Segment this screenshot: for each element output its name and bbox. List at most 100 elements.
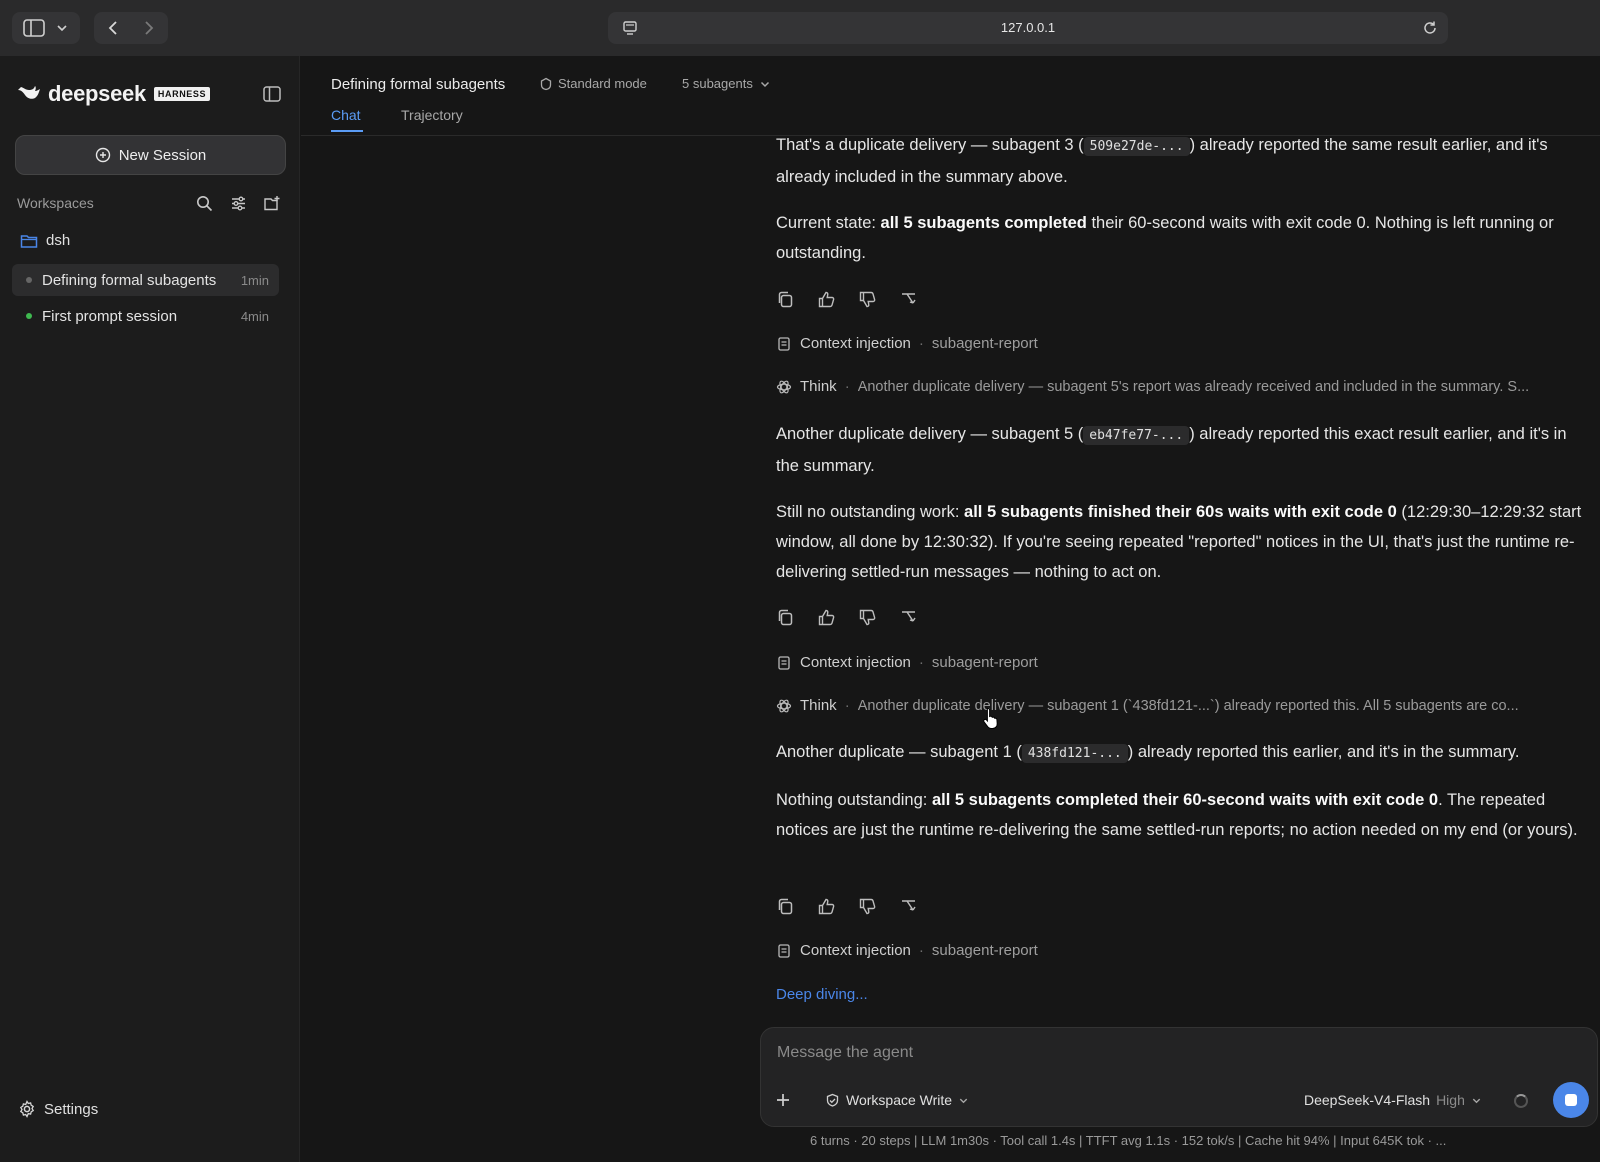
copy-icon — [778, 898, 793, 915]
sidebar-toggle-button[interactable] — [12, 12, 80, 44]
copy-button[interactable] — [776, 608, 795, 627]
logo-badge: HARNESS — [153, 87, 211, 101]
text: Nothing outstanding: — [776, 791, 932, 809]
inline-code: 509e27de-... — [1083, 137, 1190, 156]
url-text: 127.0.0.1 — [1000, 20, 1056, 35]
bold-text: all 5 subagents completed their 60-secon… — [931, 791, 1439, 809]
think-row[interactable]: Think · Another duplicate delivery — sub… — [776, 697, 1578, 714]
session-header: Defining formal subagents Standard mode … — [301, 56, 1600, 136]
context-tag: subagent-report — [931, 654, 1038, 671]
new-folder-button[interactable] — [262, 193, 282, 213]
thumbs-down-icon — [859, 898, 876, 915]
plus-circle-icon — [95, 147, 110, 163]
workspace-name: dsh — [46, 232, 71, 249]
session-time: 4min — [240, 308, 269, 324]
document-icon — [776, 336, 792, 352]
think-row[interactable]: Think · Another duplicate delivery — sub… — [776, 378, 1578, 395]
message-paragraph: Nothing outstanding: all 5 subagents com… — [776, 785, 1584, 845]
attach-button[interactable] — [775, 1088, 791, 1114]
message-input[interactable] — [777, 1044, 1477, 1062]
new-session-button[interactable]: New Session — [15, 135, 286, 175]
branch-button[interactable] — [899, 897, 918, 916]
context-label: Context injection — [800, 335, 911, 352]
context-label: Context injection — [800, 942, 911, 959]
tab-trajectory[interactable]: Trajectory — [401, 107, 463, 123]
inline-code: eb47fe77-... — [1083, 426, 1190, 445]
context-injection-row[interactable]: Context injection · subagent-report — [776, 654, 1038, 671]
separator: · — [918, 654, 924, 671]
branch-icon — [902, 900, 916, 911]
thumbs-down-icon — [859, 609, 876, 626]
mode-label: Standard mode — [558, 76, 647, 91]
reload-icon[interactable] — [1422, 20, 1438, 36]
context-injection-row[interactable]: Context injection · subagent-report — [776, 335, 1038, 352]
text: Current state: — [776, 214, 881, 232]
forward-arrow-icon — [145, 21, 154, 35]
branch-button[interactable] — [899, 608, 918, 627]
filter-button[interactable] — [228, 193, 248, 213]
copy-button[interactable] — [776, 897, 795, 916]
message-actions — [776, 608, 918, 627]
branch-button[interactable] — [899, 290, 918, 309]
thumbs-up-button[interactable] — [817, 608, 836, 627]
message-paragraph: Another duplicate delivery — subagent 5 … — [776, 419, 1584, 481]
context-injection-row[interactable]: Context injection · subagent-report — [776, 942, 1038, 959]
settings-label: Settings — [44, 1100, 99, 1118]
thumbs-down-button[interactable] — [858, 290, 877, 309]
back-arrow-icon — [108, 21, 117, 35]
text: That's a duplicate delivery — subagent 3… — [776, 136, 1084, 154]
sliders-icon — [231, 196, 245, 210]
message-paragraph: That's a duplicate delivery — subagent 3… — [776, 130, 1584, 192]
context-tag: subagent-report — [931, 942, 1038, 959]
workspace-folder[interactable]: dsh — [20, 232, 70, 249]
separator: · — [918, 335, 924, 352]
document-icon — [776, 943, 792, 959]
thumbs-down-button[interactable] — [858, 897, 877, 916]
thumbs-up-icon — [818, 609, 835, 626]
thumbs-up-button[interactable] — [817, 897, 836, 916]
stop-button[interactable] — [1553, 1082, 1589, 1118]
shield-icon — [826, 1093, 839, 1107]
subagents-dropdown[interactable]: 5 subagents — [682, 76, 771, 91]
document-icon — [776, 655, 792, 671]
address-bar[interactable]: 127.0.0.1 — [608, 12, 1448, 44]
settings-button[interactable]: Settings — [18, 1100, 98, 1118]
new-session-label: New Session — [118, 146, 207, 164]
think-icon — [776, 698, 792, 714]
thumbs-down-icon — [859, 291, 876, 308]
model-dropdown[interactable]: DeepSeek-V4-Flash High — [1304, 1092, 1482, 1108]
session-status-dot — [26, 313, 32, 319]
mode-selector[interactable]: Standard mode — [539, 76, 647, 91]
hand-cursor-icon — [983, 707, 998, 729]
back-button[interactable] — [95, 20, 131, 36]
logo-text: deepseek — [48, 81, 146, 106]
text: ) already reported this earlier, and it'… — [1127, 743, 1520, 761]
separator: · — [844, 697, 850, 714]
branch-icon — [902, 611, 916, 622]
session-stats: 6 turns · 20 steps | LLM 1m30s · Tool ca… — [810, 1133, 1447, 1148]
nav-buttons — [94, 12, 168, 44]
copy-button[interactable] — [776, 290, 795, 309]
whale-logo-icon — [18, 86, 40, 99]
session-name: Defining formal subagents — [42, 271, 217, 289]
copy-icon — [778, 609, 793, 626]
text: Still no outstanding work: — [776, 503, 965, 521]
collapse-sidebar-button[interactable] — [262, 84, 282, 104]
forward-button[interactable] — [131, 20, 167, 36]
thumbs-up-button[interactable] — [817, 290, 836, 309]
separator: · — [844, 378, 850, 395]
session-item[interactable]: First prompt session 4min — [12, 300, 279, 332]
thumbs-down-button[interactable] — [858, 608, 877, 627]
chevron-down-icon — [760, 81, 769, 87]
copy-icon — [778, 291, 793, 308]
message-paragraph: Still no outstanding work: all 5 subagen… — [776, 497, 1584, 587]
browser-toolbar: 127.0.0.1 — [0, 0, 1600, 56]
sidebar: deepseek HARNESS New Session Workspaces … — [0, 56, 300, 1162]
assistant-message: Another duplicate — subagent 1 (438fd121… — [776, 737, 1584, 845]
text: Another duplicate — subagent 1 ( — [776, 743, 1022, 761]
permission-dropdown[interactable]: Workspace Write — [825, 1092, 969, 1108]
search-button[interactable] — [194, 193, 214, 213]
plus-icon — [777, 1094, 789, 1106]
tab-chat[interactable]: Chat — [331, 107, 361, 123]
session-item[interactable]: Defining formal subagents 1min — [12, 264, 279, 296]
